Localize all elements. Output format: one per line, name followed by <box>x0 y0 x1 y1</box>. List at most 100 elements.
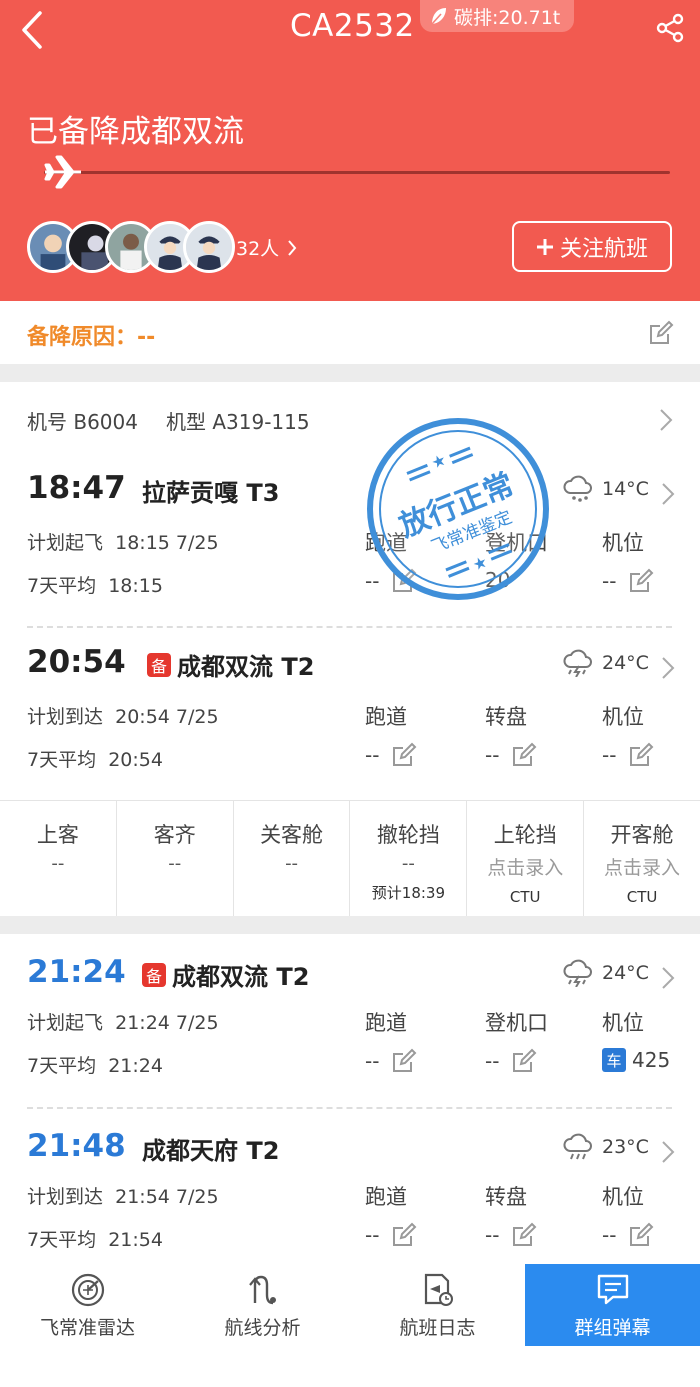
milestone-title: 开客舱 <box>610 823 674 847</box>
edit-icon[interactable] <box>391 1048 417 1074</box>
departure-time: 21:24 <box>27 954 126 990</box>
follow-flight-button[interactable]: 关注航班 <box>512 221 672 272</box>
edit-icon[interactable] <box>511 1048 537 1074</box>
stand-value: 车 425 <box>602 1048 670 1072</box>
flight-progress-bar <box>44 171 670 174</box>
share-button[interactable] <box>650 10 690 46</box>
arrival-time: 20:54 <box>27 644 126 680</box>
planned-arrival-label: 计划到达 <box>27 1186 104 1208</box>
milestone-boarding-complete[interactable]: 客齐 -- <box>117 801 234 916</box>
milestone-value: -- <box>401 853 415 874</box>
carbon-emission-text: 碳排:20.71t <box>454 6 561 29</box>
milestone-boarding[interactable]: 上客 -- <box>0 801 117 916</box>
back-button[interactable] <box>12 10 52 50</box>
chevron-right-icon[interactable] <box>660 482 676 506</box>
arrival-section: 21:48 成都天府 T2 23°C 计划到达 21:54 7/25 7天平均 … <box>0 1108 700 1268</box>
carousel-value[interactable]: -- <box>485 1222 537 1248</box>
milestone-title: 客齐 <box>153 823 196 847</box>
departure-weather[interactable]: 24°C <box>562 959 649 987</box>
departure-time: 18:47 <box>27 470 126 506</box>
stand-value[interactable]: -- <box>602 568 654 594</box>
edit-icon[interactable] <box>391 1222 417 1248</box>
nav-group-chat[interactable]: 群组弹幕 <box>525 1264 700 1346</box>
departure-airport[interactable]: 拉萨贡嘎 T3 <box>142 473 279 508</box>
plus-icon <box>536 238 553 255</box>
radar-icon <box>71 1273 104 1307</box>
carousel-value-text: -- <box>485 1223 500 1247</box>
arrival-airport[interactable]: 成都天府 T2 <box>142 1131 279 1166</box>
arrival-weather[interactable]: 24°C <box>562 649 649 677</box>
runway-value[interactable]: -- <box>365 1222 417 1248</box>
aircraft-info-row[interactable]: 机号 B6004 机型 A319-115 <box>27 406 310 435</box>
average-label: 7天平均 <box>27 1055 97 1077</box>
runway-value[interactable]: -- <box>365 1048 417 1074</box>
departure-section: 21:24 备成都双流 T2 24°C 计划起飞 21:24 7/25 7天平均… <box>0 934 700 1094</box>
edit-icon[interactable] <box>391 742 417 768</box>
planned-departure: 计划起飞 21:24 7/25 <box>27 1008 219 1035</box>
carbon-emission-badge[interactable]: 碳排:20.71t <box>420 0 575 32</box>
stand-label: 机位 <box>602 705 644 729</box>
runway-value-text: -- <box>365 569 380 593</box>
followers-count-link[interactable]: 32人 <box>236 234 297 261</box>
milestone-door-open[interactable]: 开客舱 点击录入 CTU <box>584 801 700 916</box>
milestone-entry-link[interactable]: 点击录入 <box>584 853 700 880</box>
milestone-door-closed[interactable]: 关客舱 -- <box>234 801 351 916</box>
gate-value[interactable]: -- <box>485 1048 537 1074</box>
gate-value: 20 <box>485 568 510 592</box>
chevron-right-icon[interactable] <box>660 656 676 680</box>
planned-departure-value: 18:15 7/25 <box>115 532 219 554</box>
follower-avatars[interactable] <box>27 221 235 273</box>
nav-route-analysis[interactable]: 航线分析 <box>175 1264 350 1346</box>
milestone-chocks-on[interactable]: 上轮挡 点击录入 CTU <box>467 801 585 916</box>
stand-value[interactable]: -- <box>602 1222 654 1248</box>
runway-value[interactable]: -- <box>365 568 417 594</box>
edit-icon[interactable] <box>511 742 537 768</box>
arrival-weather[interactable]: 23°C <box>562 1133 649 1161</box>
edit-icon[interactable] <box>648 320 674 346</box>
nav-radar[interactable]: 飞常准雷达 <box>0 1264 175 1346</box>
departure-airport-name: 拉萨贡嘎 T3 <box>142 479 280 507</box>
chevron-right-icon[interactable] <box>658 408 674 432</box>
milestone-entry-link[interactable]: 点击录入 <box>467 853 583 880</box>
carousel-value[interactable]: -- <box>485 742 537 768</box>
thunderstorm-icon <box>563 649 592 677</box>
edit-icon[interactable] <box>628 742 654 768</box>
flight-status-text: 已备降成都双流 <box>27 114 244 150</box>
followers-count: 32人 <box>236 238 280 260</box>
gate-value-text: -- <box>485 1049 500 1073</box>
edit-icon[interactable] <box>391 568 417 594</box>
planned-arrival-value: 21:54 7/25 <box>115 1186 219 1208</box>
edit-icon[interactable] <box>628 1222 654 1248</box>
milestone-chocks-off[interactable]: 撤轮挡 -- 预计18:39 <box>350 801 468 916</box>
edit-icon[interactable] <box>511 1222 537 1248</box>
average-label: 7天平均 <box>27 575 97 597</box>
seven-day-average: 7天平均 20:54 <box>27 745 163 772</box>
nav-flight-log[interactable]: 航班日志 <box>350 1264 525 1346</box>
chevron-right-icon <box>288 239 297 256</box>
baggage-carousel-label: 转盘 <box>485 705 527 729</box>
arrival-airport[interactable]: 备成都双流 T2 <box>147 647 314 682</box>
departure-airport[interactable]: 备成都双流 T2 <box>142 957 309 992</box>
departure-weather[interactable]: 14°C <box>562 475 649 503</box>
average-value: 20:54 <box>108 749 163 771</box>
stand-label: 机位 <box>602 1185 644 1209</box>
milestone-title: 上客 <box>36 823 79 847</box>
carousel-value-text: -- <box>485 743 500 767</box>
remote-stand-tag: 车 <box>602 1048 626 1072</box>
diversion-tag: 备 <box>147 652 171 677</box>
seven-day-average: 7天平均 18:15 <box>27 571 163 598</box>
edit-icon[interactable] <box>628 568 654 594</box>
chevron-right-icon[interactable] <box>660 966 676 990</box>
flight-leg-card: 21:24 备成都双流 T2 24°C 计划起飞 21:24 7/25 7天平均… <box>0 934 700 1264</box>
diversion-reason-value: -- <box>137 325 156 350</box>
chat-icon <box>597 1274 628 1305</box>
arrival-time: 21:48 <box>27 1128 126 1164</box>
planned-arrival-label: 计划到达 <box>27 706 104 728</box>
nav-label: 航班日志 <box>399 1317 476 1339</box>
stand-value-text: -- <box>602 569 617 593</box>
runway-value[interactable]: -- <box>365 742 417 768</box>
stand-value[interactable]: -- <box>602 742 654 768</box>
chevron-right-icon[interactable] <box>660 1140 676 1164</box>
follow-flight-label: 关注航班 <box>559 236 648 262</box>
type-label: 机型 <box>165 410 206 434</box>
